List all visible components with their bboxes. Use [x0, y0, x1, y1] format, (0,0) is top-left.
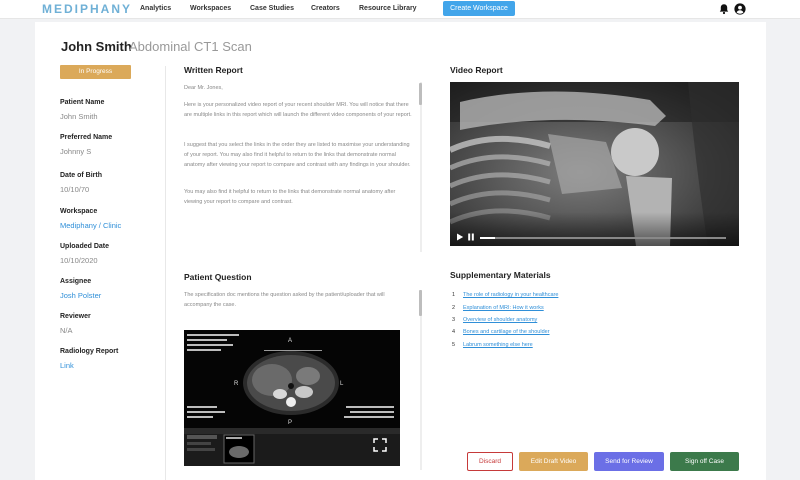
report-scrollbar[interactable]	[420, 82, 422, 252]
question-scroll-thumb[interactable]	[419, 290, 422, 316]
xray-image	[450, 82, 739, 246]
user-icon[interactable]	[734, 3, 746, 15]
create-workspace-button[interactable]: Create Workspace	[443, 1, 515, 16]
top-nav: MEDIPHANY Analytics Workspaces Case Stud…	[0, 0, 800, 19]
field-value-patient-name: John Smith	[60, 112, 98, 121]
field-label-assignee: Assignee	[60, 278, 92, 285]
logo[interactable]: MEDIPHANY	[42, 2, 132, 16]
nav-link-resource-library[interactable]: Resource Library	[359, 5, 417, 12]
column-divider	[165, 66, 166, 480]
supp-item-number: 2	[452, 305, 456, 311]
edit-draft-video-button[interactable]: Edit Draft Video	[519, 452, 588, 471]
written-report-title: Written Report	[184, 65, 243, 75]
field-label-reviewer: Reviewer	[60, 313, 91, 320]
supp-item-number: 3	[452, 317, 456, 323]
nav-link-analytics[interactable]: Analytics	[140, 5, 171, 12]
supp-link-labrum[interactable]: Labrum something else here	[463, 342, 533, 348]
patient-question-text: The specification doc mentions the quest…	[184, 292, 385, 308]
supp-item-number: 5	[452, 342, 456, 348]
fullscreen-icon[interactable]	[373, 438, 387, 452]
field-label-workspace: Workspace	[60, 208, 98, 215]
video-progress-track[interactable]	[480, 237, 726, 239]
field-value-preferred-name: Johnny S	[60, 147, 92, 156]
report-paragraph: Here is your personalized video report o…	[184, 102, 412, 118]
report-paragraph: Dear Mr. Jones,	[184, 85, 223, 91]
field-label-preferred-name: Preferred Name	[60, 134, 113, 141]
report-scroll-thumb[interactable]	[419, 83, 422, 105]
discard-button[interactable]: Discard	[467, 452, 513, 471]
supplementary-title: Supplementary Materials	[450, 270, 551, 280]
report-paragraph: I suggest that you select the links in t…	[184, 142, 411, 168]
field-value-date-of-birth: 10/10/70	[60, 185, 90, 194]
field-label-uploaded-date: Uploaded Date	[60, 243, 110, 250]
svg-text:P: P	[288, 420, 292, 426]
ct-scan-image: A P R L	[184, 330, 400, 466]
svg-text:R: R	[234, 381, 239, 387]
workspace-link[interactable]: Mediphany / Clinic	[60, 221, 121, 230]
supp-link-radiology-role[interactable]: The role of radiology in your healthcare	[463, 292, 558, 298]
field-value-uploaded-date: 10/10/2020	[60, 256, 98, 265]
supp-item-number: 1	[452, 292, 456, 298]
report-paragraph: You may also find it helpful to return t…	[184, 189, 396, 205]
supp-link-bones-cartilage[interactable]: Bones and cartilage of the shoulder	[463, 329, 550, 335]
pause-icon[interactable]	[467, 233, 475, 241]
play-icon[interactable]	[456, 233, 464, 241]
page-title: John Smith	[61, 39, 132, 54]
field-value-reviewer: N/A	[60, 326, 73, 335]
supp-link-shoulder-anatomy[interactable]: Overview of shoulder anatomy	[463, 317, 537, 323]
assignee-link[interactable]: Josh Polster	[60, 291, 101, 300]
supp-item-number: 4	[452, 329, 456, 335]
field-label-radiology-report: Radiology Report	[60, 348, 119, 355]
question-scrollbar[interactable]	[420, 290, 422, 470]
field-label-patient-name: Patient Name	[60, 99, 105, 106]
video-report-title: Video Report	[450, 65, 503, 75]
bell-icon[interactable]	[718, 3, 730, 15]
scan-subtitle: Abdominal CT1 Scan	[129, 39, 252, 54]
status-badge: In Progress	[60, 65, 131, 79]
svg-text:A: A	[288, 338, 292, 344]
patient-question-title: Patient Question	[184, 272, 252, 282]
nav-link-case-studies[interactable]: Case Studies	[250, 5, 294, 12]
nav-link-creators[interactable]: Creators	[311, 5, 340, 12]
case-page: John Smith Abdominal CT1 Scan In Progres…	[35, 22, 766, 480]
video-progress-fill	[480, 237, 495, 239]
supp-link-mri-explanation[interactable]: Explanation of MRI: How it works	[463, 305, 544, 311]
ct-scan-viewer[interactable]: A P R L	[184, 330, 400, 466]
nav-link-workspaces[interactable]: Workspaces	[190, 5, 231, 12]
sign-off-case-button[interactable]: Sign off Case	[670, 452, 739, 471]
field-label-date-of-birth: Date of Birth	[60, 172, 102, 179]
video-player[interactable]	[450, 82, 739, 246]
radiology-report-link[interactable]: Link	[60, 361, 74, 370]
send-for-review-button[interactable]: Send for Review	[594, 452, 664, 471]
